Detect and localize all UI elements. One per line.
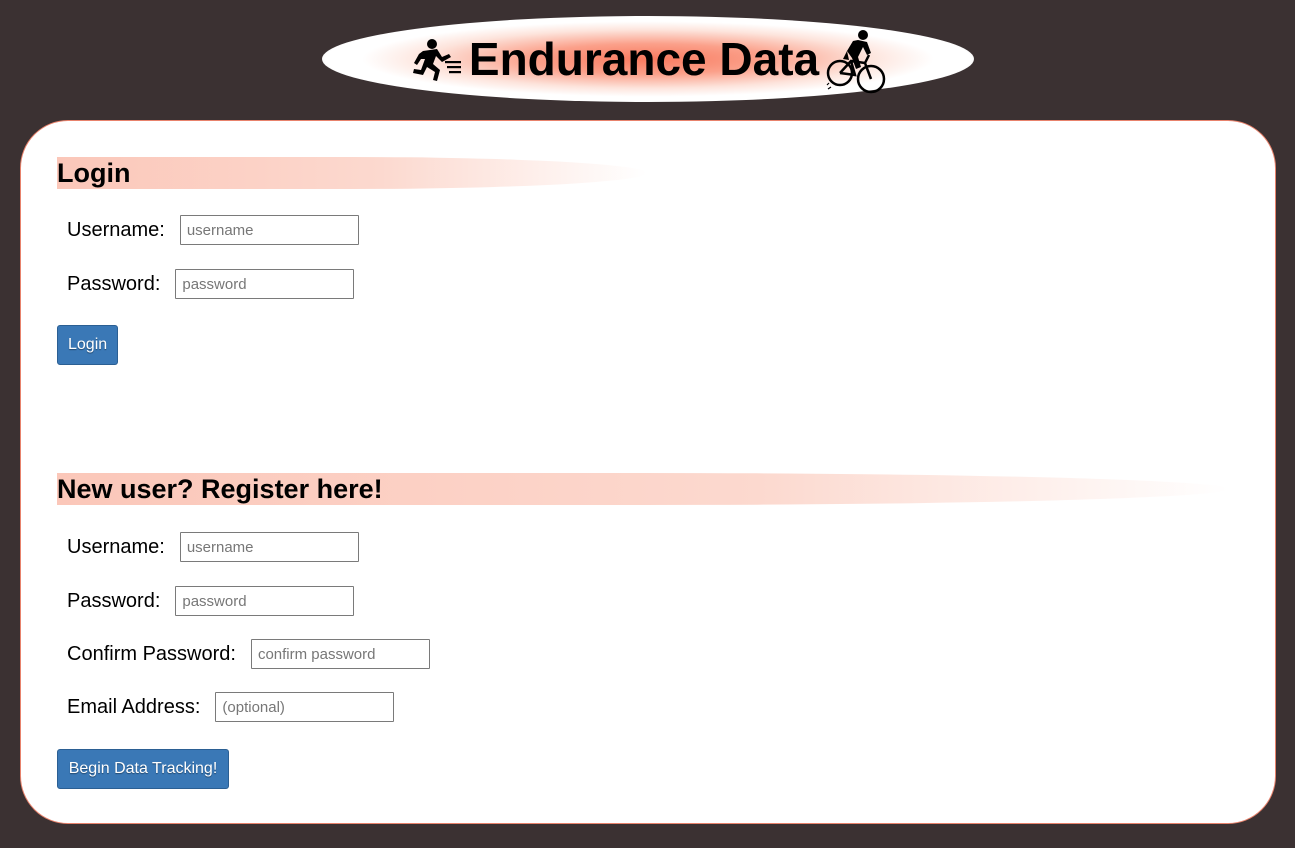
main-panel: Login Username: Password: Login New user… <box>20 120 1276 824</box>
runner-icon <box>412 39 461 81</box>
site-title: Endurance Data <box>468 33 820 85</box>
register-email-row: Email Address: <box>67 692 395 722</box>
register-confirm-input[interactable] <box>250 639 430 669</box>
login-button[interactable]: Login <box>57 325 118 365</box>
login-username-input[interactable] <box>179 215 359 245</box>
login-password-label: Password: <box>67 272 161 295</box>
register-email-label: Email Address: <box>67 695 201 718</box>
register-password-input[interactable] <box>175 586 355 616</box>
register-username-row: Username: <box>67 532 359 562</box>
register-confirm-label: Confirm Password: <box>67 642 236 665</box>
login-heading: Login <box>57 157 647 189</box>
login-username-label: Username: <box>67 218 165 241</box>
login-username-row: Username: <box>67 215 359 245</box>
register-password-row: Password: <box>67 586 355 616</box>
login-password-row: Password: <box>67 269 355 299</box>
register-password-label: Password: <box>67 589 161 612</box>
register-heading: New user? Register here! <box>57 473 1229 505</box>
login-password-input[interactable] <box>175 269 355 299</box>
cyclist-icon <box>826 30 886 94</box>
register-confirm-row: Confirm Password: <box>67 639 430 669</box>
register-username-label: Username: <box>67 535 165 558</box>
site-header: Endurance Data <box>322 16 974 102</box>
register-username-input[interactable] <box>179 532 359 562</box>
begin-tracking-button[interactable]: Begin Data Tracking! <box>57 749 229 789</box>
register-email-input[interactable] <box>215 692 395 722</box>
